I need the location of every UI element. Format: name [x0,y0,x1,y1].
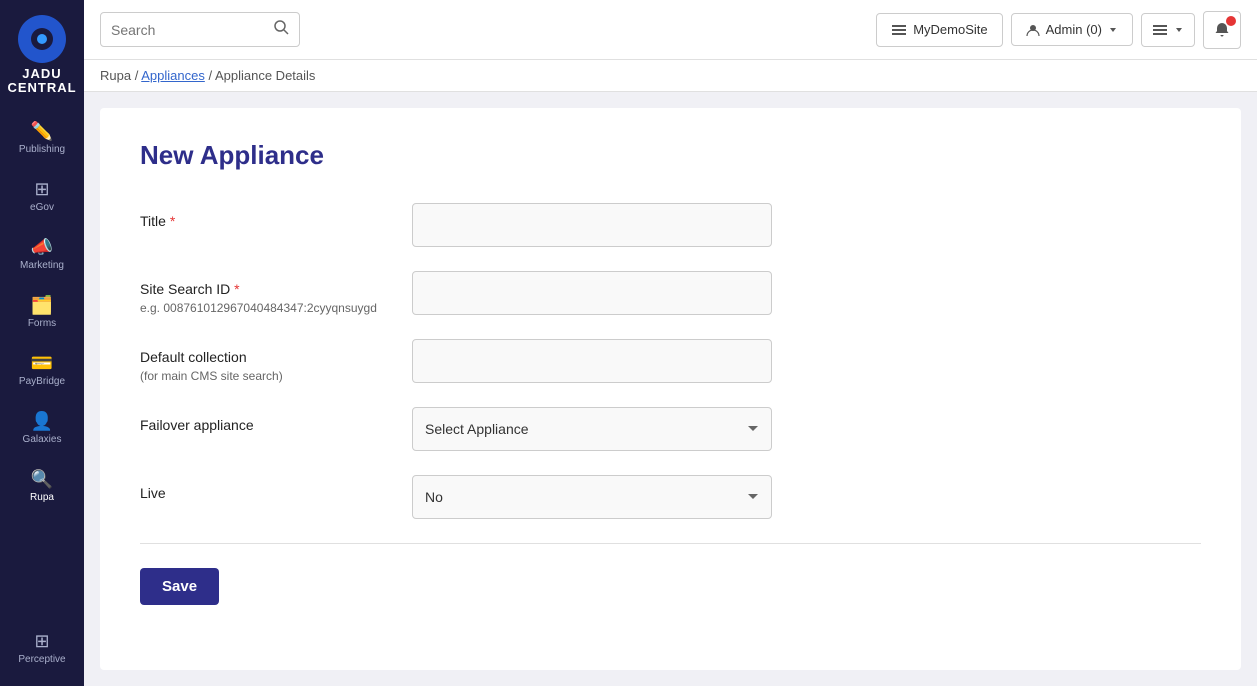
default-collection-label: Default collection [140,349,380,365]
logo-text: JADUCENTRAL [7,67,76,96]
chevron-down-icon [1108,25,1118,35]
save-button[interactable]: Save [140,568,219,605]
site-search-id-input[interactable] [412,271,772,315]
default-collection-input[interactable] [412,339,772,383]
breadcrumb-root: Rupa [100,68,131,83]
sidebar-item-label: Forms [28,318,56,330]
forms-icon: 🗂️ [31,296,53,314]
publishing-icon: ✏️ [31,122,53,140]
breadcrumb-link[interactable]: Appliances [141,68,205,83]
page-title: New Appliance [140,140,1201,171]
search-input[interactable] [111,22,265,38]
site-selector-button[interactable]: MyDemoSite [876,13,1002,47]
site-search-id-required-mark: * [234,281,239,297]
galaxies-icon: 👤 [31,412,53,430]
topbar-right: MyDemoSite Admin (0) [876,11,1241,49]
list-icon [1152,22,1168,38]
sidebar-item-forms[interactable]: 🗂️ Forms [0,284,84,342]
sidebar-item-label: Perceptive [18,654,65,666]
live-select[interactable]: No Yes [412,475,772,519]
paybridge-icon: 💳 [31,354,53,372]
sidebar-item-perceptive[interactable]: ⊞ Perceptive [0,620,84,678]
sidebar-logo: JADUCENTRAL [0,0,84,110]
main-content: MyDemoSite Admin (0) Rupa / A [84,0,1257,686]
sidebar-item-paybridge[interactable]: 💳 PayBridge [0,342,84,400]
dropdown-arrow-icon [1174,25,1184,35]
live-label: Live [140,485,380,501]
breadcrumb: Rupa / Appliances / Appliance Details [84,60,1257,92]
failover-appliance-form-row: Failover appliance Select Appliance [140,407,1201,451]
breadcrumb-current: Appliance Details [215,68,315,83]
page-body: New Appliance Title * Site Search ID * e… [100,108,1241,670]
sidebar-item-label: Galaxies [23,434,62,446]
sidebar-bottom: ⊞ Perceptive [0,620,84,686]
admin-label: Admin (0) [1046,22,1102,37]
title-form-row: Title * [140,203,1201,247]
notification-button[interactable] [1203,11,1241,49]
list-view-button[interactable] [1141,13,1195,47]
title-input[interactable] [412,203,772,247]
site-search-id-form-row: Site Search ID * e.g. 008761012967040484… [140,271,1201,315]
sidebar-item-label: Marketing [20,260,64,272]
sidebar-item-rupa[interactable]: 🔍 Rupa [0,458,84,516]
live-label-col: Live [140,475,380,501]
title-field-col [412,203,772,247]
sidebar-item-marketing[interactable]: 📣 Marketing [0,226,84,284]
default-collection-label-col: Default collection (for main CMS site se… [140,339,380,383]
failover-appliance-field-col: Select Appliance [412,407,772,451]
title-required-mark: * [170,213,175,229]
search-box[interactable] [100,12,300,47]
site-name: MyDemoSite [913,22,987,37]
egov-icon: ⊞ [34,180,49,198]
site-search-id-hint: e.g. 008761012967040484347:2cyyqnsuygd [140,301,380,315]
failover-appliance-label-col: Failover appliance [140,407,380,433]
sidebar-item-publishing[interactable]: ✏️ Publishing [0,110,84,168]
live-form-row: Live No Yes [140,475,1201,519]
sidebar: JADUCENTRAL ✏️ Publishing ⊞ eGov 📣 Marke… [0,0,84,686]
default-collection-hint: (for main CMS site search) [140,369,380,383]
default-collection-form-row: Default collection (for main CMS site se… [140,339,1201,383]
sidebar-item-label: Rupa [30,492,54,504]
failover-appliance-select[interactable]: Select Appliance [412,407,772,451]
sidebar-item-label: eGov [30,202,54,214]
logo-icon [18,15,66,63]
sidebar-item-galaxies[interactable]: 👤 Galaxies [0,400,84,458]
marketing-icon: 📣 [31,238,53,256]
admin-menu-button[interactable]: Admin (0) [1011,13,1133,46]
sidebar-item-label: PayBridge [19,376,65,388]
sidebar-nav: ✏️ Publishing ⊞ eGov 📣 Marketing 🗂️ Form… [0,110,84,620]
sidebar-item-label: Publishing [19,144,65,156]
failover-appliance-label: Failover appliance [140,417,380,433]
default-collection-field-col [412,339,772,383]
topbar: MyDemoSite Admin (0) [84,0,1257,60]
rupa-icon: 🔍 [31,470,53,488]
site-search-id-field-col [412,271,772,315]
form-divider [140,543,1201,544]
title-label-col: Title * [140,203,380,229]
search-icon [273,19,289,40]
live-field-col: No Yes [412,475,772,519]
sidebar-item-egov[interactable]: ⊞ eGov [0,168,84,226]
site-search-id-label: Site Search ID * [140,281,380,297]
site-search-id-label-col: Site Search ID * e.g. 008761012967040484… [140,271,380,315]
title-label: Title * [140,213,380,229]
notification-badge [1226,16,1236,26]
perceptive-icon: ⊞ [34,632,49,650]
